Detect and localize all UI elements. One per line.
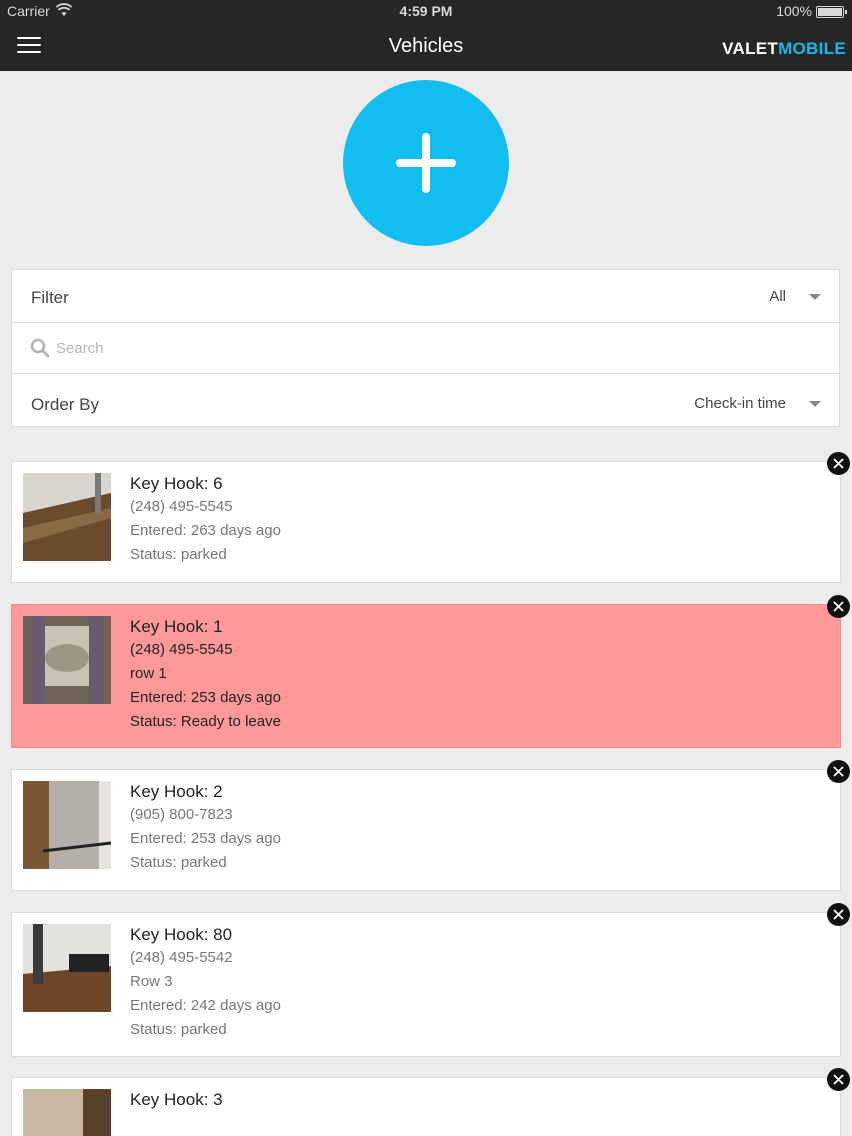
remove-vehicle-button[interactable] bbox=[827, 452, 850, 475]
clock: 4:59 PM bbox=[399, 3, 453, 19]
vehicle-card[interactable]: Key Hook: 80 (248) 495-5542 Row 3 Entere… bbox=[11, 903, 850, 1057]
phone-number: (905) 800-7823 bbox=[130, 806, 233, 823]
order-by-label: Order By bbox=[31, 395, 100, 414]
brand-logo-part2: MOBILE bbox=[778, 39, 846, 58]
filter-label: Filter bbox=[31, 288, 69, 307]
key-hook-label: Key Hook: 2 bbox=[130, 782, 223, 801]
entered-time: Entered: 253 days ago bbox=[130, 689, 281, 706]
vehicle-photo bbox=[23, 924, 111, 1012]
entered-time: Entered: 242 days ago bbox=[130, 997, 281, 1014]
vehicle-card[interactable]: Key Hook: 6 (248) 495-5545 Entered: 263 … bbox=[11, 452, 850, 583]
brand-logo: VALETMOBILE bbox=[722, 39, 846, 59]
remove-vehicle-button[interactable] bbox=[827, 903, 850, 926]
vehicle-status: Status: parked bbox=[130, 854, 227, 871]
filter-dropdown[interactable]: Filter All bbox=[12, 270, 839, 323]
key-hook-label: Key Hook: 3 bbox=[130, 1090, 223, 1109]
vehicle-status: Status: parked bbox=[130, 546, 227, 563]
navigation-bar: Vehicles VALETMOBILE bbox=[0, 22, 852, 71]
close-icon bbox=[833, 601, 844, 612]
vehicle-photo bbox=[23, 781, 111, 869]
vehicle-status: Status: parked bbox=[130, 1021, 227, 1038]
entered-time: Entered: 253 days ago bbox=[130, 830, 281, 847]
vehicle-status: Status: Ready to leave bbox=[130, 713, 281, 730]
order-by-value: Check-in time bbox=[694, 395, 786, 412]
remove-vehicle-button[interactable] bbox=[827, 1068, 850, 1091]
battery-percent: 100% bbox=[776, 3, 812, 19]
close-icon bbox=[833, 458, 844, 469]
status-bar: Carrier 4:59 PM 100% bbox=[0, 0, 852, 22]
chevron-down-icon bbox=[809, 294, 821, 300]
vehicle-photo bbox=[23, 1089, 111, 1136]
brand-logo-part1: VALET bbox=[722, 39, 779, 58]
battery-icon bbox=[816, 6, 847, 18]
add-vehicle-button[interactable] bbox=[343, 80, 509, 246]
close-icon bbox=[833, 1074, 844, 1085]
vehicle-card[interactable]: Key Hook: 2 (905) 800-7823 Entered: 253 … bbox=[11, 760, 850, 891]
chevron-down-icon bbox=[809, 401, 821, 407]
vehicle-photo bbox=[23, 616, 111, 704]
remove-vehicle-button[interactable] bbox=[827, 595, 850, 618]
vehicle-photo bbox=[23, 473, 111, 561]
search-input[interactable] bbox=[56, 336, 816, 360]
key-hook-label: Key Hook: 6 bbox=[130, 474, 223, 493]
filter-value: All bbox=[769, 288, 786, 305]
key-hook-label: Key Hook: 80 bbox=[130, 925, 233, 944]
search-icon bbox=[30, 338, 50, 358]
vehicle-card[interactable]: Key Hook: 1 (248) 495-5545 row 1 Entered… bbox=[11, 595, 850, 748]
phone-number: (248) 495-5545 bbox=[130, 498, 233, 515]
vehicle-note: row 1 bbox=[130, 665, 167, 682]
close-icon bbox=[833, 909, 844, 920]
entered-time: Entered: 263 days ago bbox=[130, 522, 281, 539]
vehicle-card[interactable]: Key Hook: 3 bbox=[11, 1068, 850, 1136]
search-row bbox=[12, 323, 839, 374]
phone-number: (248) 495-5542 bbox=[130, 949, 233, 966]
key-hook-label: Key Hook: 1 bbox=[130, 617, 223, 636]
order-by-dropdown[interactable]: Order By Check-in time bbox=[12, 374, 839, 426]
vehicle-note: Row 3 bbox=[130, 973, 173, 990]
phone-number: (248) 495-5545 bbox=[130, 641, 233, 658]
remove-vehicle-button[interactable] bbox=[827, 760, 850, 783]
close-icon bbox=[833, 766, 844, 777]
list-controls: Filter All Order By Check-in time bbox=[11, 269, 840, 427]
